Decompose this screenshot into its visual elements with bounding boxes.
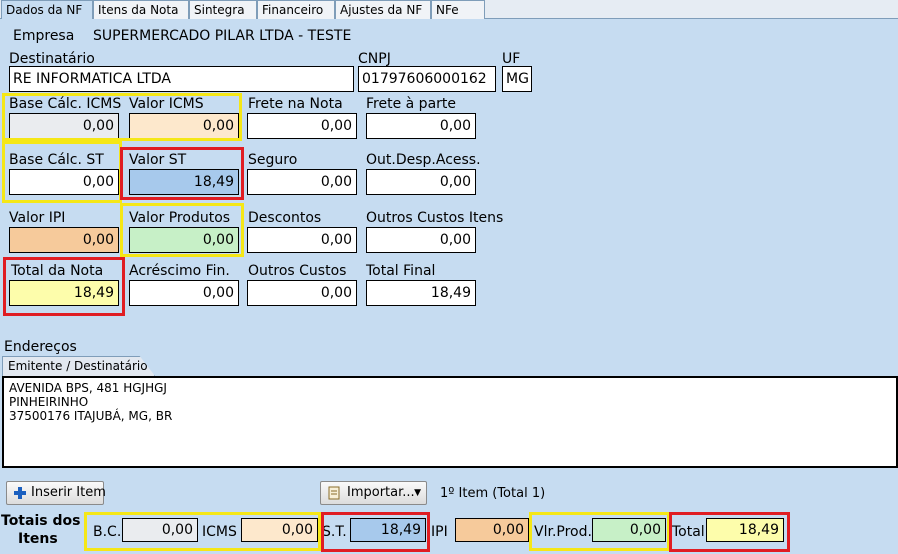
out-desp-field[interactable]: 0,00 [366, 169, 476, 195]
tab-dados-da-nf[interactable]: Dados da NF [1, 0, 93, 19]
address-line-3: 37500176 ITAJUBÁ, MG, BR [9, 409, 173, 423]
address-line-2: PINHEIRINHO [9, 395, 89, 409]
highlight-icms-group [2, 93, 242, 141]
totais-label-1: Totais dos [1, 513, 81, 529]
tab-ajustes-da-nf[interactable]: Ajustes da NF [335, 0, 431, 19]
valor-ipi-field[interactable]: 0,00 [9, 227, 119, 253]
acrescimo-field[interactable]: 0,00 [129, 280, 239, 306]
highlight-totals-bc-icms [84, 512, 321, 551]
tab-itens-da-nota[interactable]: Itens da Nota [93, 0, 189, 19]
inserir-item-button[interactable]: Inserir Item [6, 481, 106, 505]
frete-nota-field[interactable]: 0,00 [247, 113, 357, 139]
frete-parte-label: Frete à parte [366, 96, 457, 112]
inserir-item-label: Inserir Item [31, 485, 106, 500]
seguro-label: Seguro [248, 152, 298, 168]
tab-bar: Dados da NF Itens da Nota Sintegra Finan… [0, 0, 898, 19]
empresa-value: SUPERMERCADO PILAR LTDA - TESTE [93, 28, 352, 44]
totais-ipi-field[interactable]: 0,00 [455, 518, 529, 542]
tab-nfe[interactable]: NFe [431, 0, 485, 19]
highlight-totals-st [321, 512, 430, 552]
descontos-label: Descontos [248, 210, 322, 226]
frete-nota-label: Frete na Nota [248, 96, 343, 112]
highlight-valor-st [120, 147, 244, 200]
uf-label: UF [502, 51, 521, 67]
acrescimo-label: Acréscimo Fin. [129, 263, 230, 279]
import-icon [327, 486, 341, 500]
enderecos-label: Endereços [4, 339, 77, 355]
highlight-total-nota [3, 257, 125, 316]
highlight-totals-total [669, 512, 790, 552]
uf-field[interactable]: MG [502, 66, 532, 92]
frete-parte-field[interactable]: 0,00 [366, 113, 476, 139]
outros-custos-field[interactable]: 0,00 [247, 280, 357, 306]
total-final-field[interactable]: 18,49 [366, 280, 476, 306]
address-box: AVENIDA BPS, 481 HGJHGJ PINHEIRINHO 3750… [2, 376, 898, 468]
importar-label: Importar... [347, 485, 415, 500]
plus-icon [13, 486, 27, 500]
tab-sintegra[interactable]: Sintegra [189, 0, 257, 19]
dropdown-arrow-icon: ▼ [414, 488, 421, 498]
highlight-base-st [2, 141, 122, 203]
outros-custos-itens-label: Outros Custos Itens [366, 210, 504, 226]
seguro-field[interactable]: 0,00 [247, 169, 357, 195]
highlight-totals-vlrprod [529, 512, 670, 551]
address-line-1: AVENIDA BPS, 481 HGJHGJ [9, 381, 167, 395]
totais-ipi-label: IPI [431, 524, 448, 540]
empresa-label: Empresa [13, 28, 75, 44]
tab-emitente-destinatario[interactable]: Emitente / Destinatário [2, 356, 155, 376]
out-desp-label: Out.Desp.Acess. [366, 152, 481, 168]
totais-label-2: Itens [18, 531, 58, 547]
outros-custos-label: Outros Custos [248, 263, 347, 279]
cnpj-field[interactable]: 01797606000162 [358, 66, 496, 92]
total-final-label: Total Final [366, 263, 436, 279]
cnpj-label: CNPJ [358, 51, 391, 67]
destinatario-label: Destinatário [9, 51, 95, 67]
valor-ipi-label: Valor IPI [9, 210, 66, 226]
tab-financeiro[interactable]: Financeiro [257, 0, 335, 19]
importar-button[interactable]: Importar... ▼ [320, 481, 427, 505]
descontos-field[interactable]: 0,00 [247, 227, 357, 253]
outros-custos-itens-field[interactable]: 0,00 [366, 227, 476, 253]
item-count: 1º Item (Total 1) [440, 486, 546, 501]
destinatario-field[interactable]: RE INFORMATICA LTDA [9, 66, 354, 92]
highlight-valor-produtos [120, 203, 244, 257]
